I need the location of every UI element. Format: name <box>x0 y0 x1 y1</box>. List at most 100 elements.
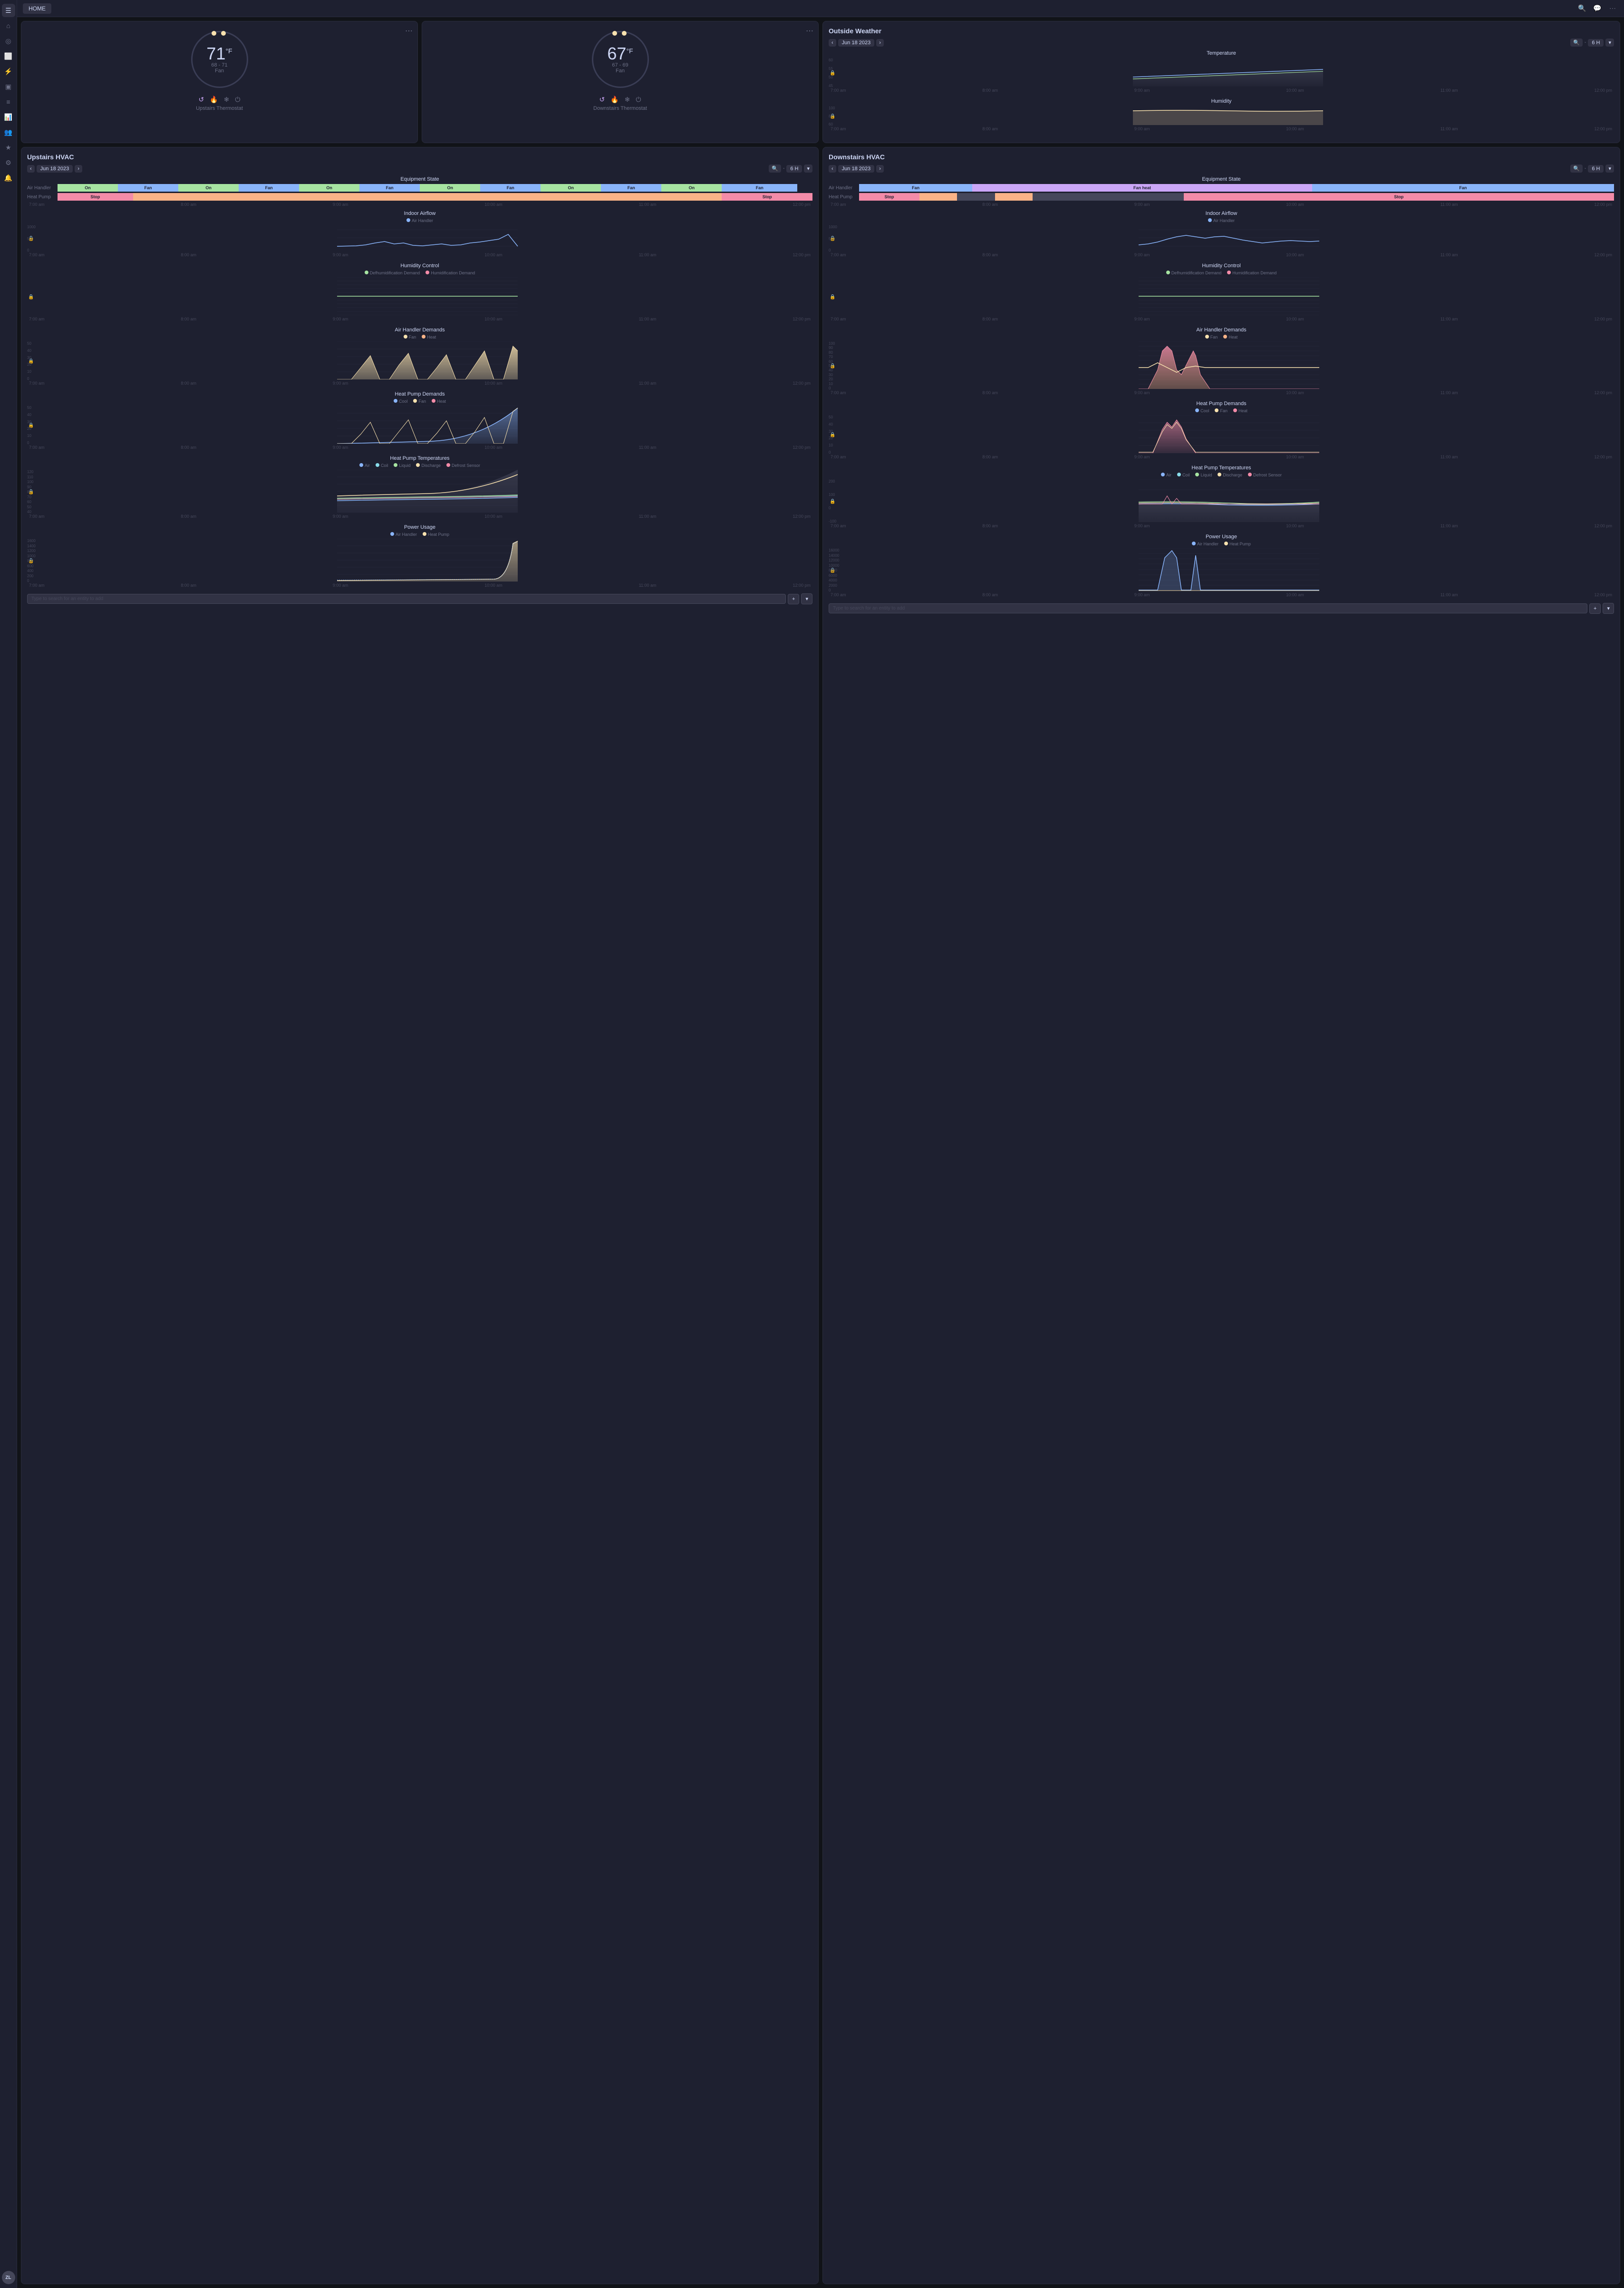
upstairs-add-btn[interactable]: + <box>788 594 799 604</box>
downstairs-ah-demands-section: Air Handler Demands Fan Heat 🔒 <box>829 327 1614 395</box>
snowflake-icon[interactable]: ❄ <box>224 96 230 104</box>
downstairs-zoom-btn[interactable]: 🔍 <box>1570 165 1583 173</box>
downstairs-equipment-state: Equipment State Air Handler Fan Fan heat… <box>829 176 1614 207</box>
outside-weather-title: Outside Weather <box>829 27 881 35</box>
dah-seg-fan-1: Fan <box>859 184 972 192</box>
upstairs-dropdown-btn[interactable]: ▾ <box>801 593 812 604</box>
temp-y-55: 55 <box>829 67 833 71</box>
upstairs-dropdown-btn[interactable]: ▾ <box>804 165 812 173</box>
sidebar-icon-menu[interactable]: ☰ <box>2 4 15 17</box>
weather-zoom-btn[interactable]: 🔍 <box>1570 39 1583 47</box>
sidebar-icon-home[interactable]: ⌂ <box>2 19 15 32</box>
temperature-time-labels: 7:00 am 8:00 am 9:00 am 10:00 am 11:00 a… <box>829 88 1614 93</box>
ah-seg-on-2: On <box>178 184 239 192</box>
sidebar-icon-star[interactable]: ★ <box>2 141 15 154</box>
downstairs-tools: 🔍 - 6 H ▾ <box>1570 165 1614 173</box>
power-icon[interactable]: ⏻ <box>235 96 240 104</box>
ue-time-0: 7:00 am <box>29 202 45 207</box>
sidebar-icon-search[interactable]: ◎ <box>2 34 15 48</box>
upstairs-equip-title: Equipment State <box>27 176 812 182</box>
t-time-3: 10:00 am <box>1286 88 1304 93</box>
upstairs-equip-time-labels: 7:00 am 8:00 am 9:00 am 10:00 am 11:00 a… <box>27 202 812 207</box>
refresh-icon[interactable]: ↺ <box>199 96 204 104</box>
sidebar-icon-settings[interactable]: ⚙ <box>2 156 15 169</box>
user-avatar[interactable]: ZL <box>2 2271 15 2284</box>
ah-seg-fan-6: Fan <box>722 184 797 192</box>
downstairs-hvac-title: Downstairs HVAC <box>829 153 885 161</box>
upstairs-hvac-header: Upstairs HVAC <box>27 153 812 161</box>
upstairs-humidity-legend: Defhumidification Demand Humidification … <box>27 271 812 275</box>
sidebar: ☰ ⌂ ◎ ⬜ ⚡ ▣ ≡ 📊 👥 ★ ⚙ 🔔 ZL <box>0 0 17 2288</box>
downstairs-temp-value: 67 <box>607 44 626 63</box>
h-time-5: 12:00 pm <box>1594 126 1612 131</box>
weather-next-btn[interactable]: › <box>876 39 884 47</box>
sidebar-icon-block[interactable]: ▣ <box>2 80 15 93</box>
downstairs-airflow-section: Indoor Airflow Air Handler 🔒 1000 500 <box>829 211 1614 257</box>
upstairs-airflow-legend: Air Handler <box>27 218 812 223</box>
t-time-4: 11:00 am <box>1440 88 1458 93</box>
weather-dropdown-btn[interactable]: ▾ <box>1605 39 1614 47</box>
downstairs-thermostat-name: Downstairs Thermostat <box>593 106 647 111</box>
upstairs-search-input[interactable] <box>27 594 786 604</box>
downstairs-humidity-section: Humidity Control Defhumidification Deman… <box>829 263 1614 321</box>
downstairs-power-time: 7:00 am 8:00 am 9:00 am 10:00 am 11:00 a… <box>829 592 1614 597</box>
downstairs-search-input[interactable] <box>829 603 1587 613</box>
flame-icon-2[interactable]: 🔥 <box>610 96 619 104</box>
more-icon[interactable]: ⋯ <box>1607 3 1618 14</box>
downstairs-hp-temps-section: Heat Pump Temperatures Air Coil Liquid D… <box>829 465 1614 528</box>
downstairs-next-btn[interactable]: › <box>876 165 884 173</box>
weather-prev-btn[interactable]: ‹ <box>829 39 836 47</box>
downstairs-airflow-time: 7:00 am 8:00 am 9:00 am 10:00 am 11:00 a… <box>829 252 1614 257</box>
downstairs-range: 67 - 69 <box>612 62 628 68</box>
downstairs-prev-btn[interactable]: ‹ <box>829 165 836 173</box>
downstairs-hvac-header: Downstairs HVAC <box>829 153 1614 161</box>
upstairs-heat-pump-bar: Stop Stop <box>58 193 812 201</box>
downstairs-air-handler-row: Air Handler Fan Fan heat Fan <box>829 184 1614 192</box>
power-icon-2[interactable]: ⏻ <box>636 96 641 104</box>
upstairs-next-btn[interactable]: › <box>75 165 82 173</box>
t-time-5: 12:00 pm <box>1594 88 1612 93</box>
snowflake-icon-2[interactable]: ❄ <box>625 96 630 104</box>
upstairs-zoom-btn[interactable]: 🔍 <box>769 165 781 173</box>
downstairs-hp-temps-time: 7:00 am 8:00 am 9:00 am 10:00 am 11:00 a… <box>829 524 1614 528</box>
temp-y-60: 60 <box>829 58 833 62</box>
ue-time-3: 10:00 am <box>484 202 503 207</box>
upstairs-prev-btn[interactable]: ‹ <box>27 165 35 173</box>
upstairs-thermostat-menu[interactable]: ⋯ <box>405 26 413 36</box>
t-time-1: 8:00 am <box>982 88 998 93</box>
downstairs-temp: 67°F <box>607 45 633 62</box>
sidebar-icon-people[interactable]: 👥 <box>2 126 15 139</box>
sidebar-icon-entity[interactable]: ⬜ <box>2 49 15 63</box>
sidebar-icon-lightning[interactable]: ⚡ <box>2 65 15 78</box>
flame-icon[interactable]: 🔥 <box>210 96 218 104</box>
downstairs-thermostat-menu[interactable]: ⋯ <box>806 26 813 36</box>
downstairs-air-handler-bar: Fan Fan heat Fan <box>859 184 1614 192</box>
af-y-1000: 1000 <box>27 225 36 229</box>
downstairs-add-btn[interactable]: + <box>1589 603 1601 614</box>
sidebar-icon-chart[interactable]: 📊 <box>2 110 15 124</box>
upstairs-heat-pump-label: Heat Pump <box>27 194 56 200</box>
sidebar-icon-bell[interactable]: 🔔 <box>2 171 15 184</box>
t-time-2: 9:00 am <box>1134 88 1150 93</box>
chat-icon[interactable]: 💬 <box>1592 3 1603 14</box>
upstairs-hp-demands-chart <box>42 406 812 444</box>
downstairs-equip-title: Equipment State <box>829 176 1614 182</box>
sidebar-icon-list[interactable]: ≡ <box>2 95 15 108</box>
downstairs-timeframe: 6 H <box>1588 165 1604 173</box>
refresh-icon-2[interactable]: ↺ <box>599 96 605 104</box>
search-icon[interactable]: 🔍 <box>1576 3 1588 14</box>
downstairs-humidity-time: 7:00 am 8:00 am 9:00 am 10:00 am 11:00 a… <box>829 317 1614 321</box>
h-time-3: 10:00 am <box>1286 126 1304 131</box>
tab-home[interactable]: HOME <box>23 3 51 14</box>
downstairs-humidity-legend: Defhumidification Demand Humidification … <box>829 271 1614 275</box>
downstairs-hp-demands-section: Heat Pump Demands Cool Fan Heat 🔒 <box>829 401 1614 459</box>
downstairs-mode: Fan <box>616 68 625 74</box>
upstairs-air-handler-row: Air Handler On Fan On Fan On Fan On Fan … <box>27 184 812 192</box>
downstairs-thermostat-circle: 67°F 67 - 69 Fan <box>592 31 649 88</box>
downstairs-dropdown-btn2[interactable]: ▾ <box>1605 165 1614 173</box>
temp-y-45: 45 <box>829 84 833 88</box>
upstairs-hvac-title: Upstairs HVAC <box>27 153 74 161</box>
downstairs-dropdown-btn3[interactable]: ▾ <box>1603 603 1614 614</box>
h-time-4: 11:00 am <box>1440 126 1458 131</box>
h-time-2: 9:00 am <box>1134 126 1150 131</box>
